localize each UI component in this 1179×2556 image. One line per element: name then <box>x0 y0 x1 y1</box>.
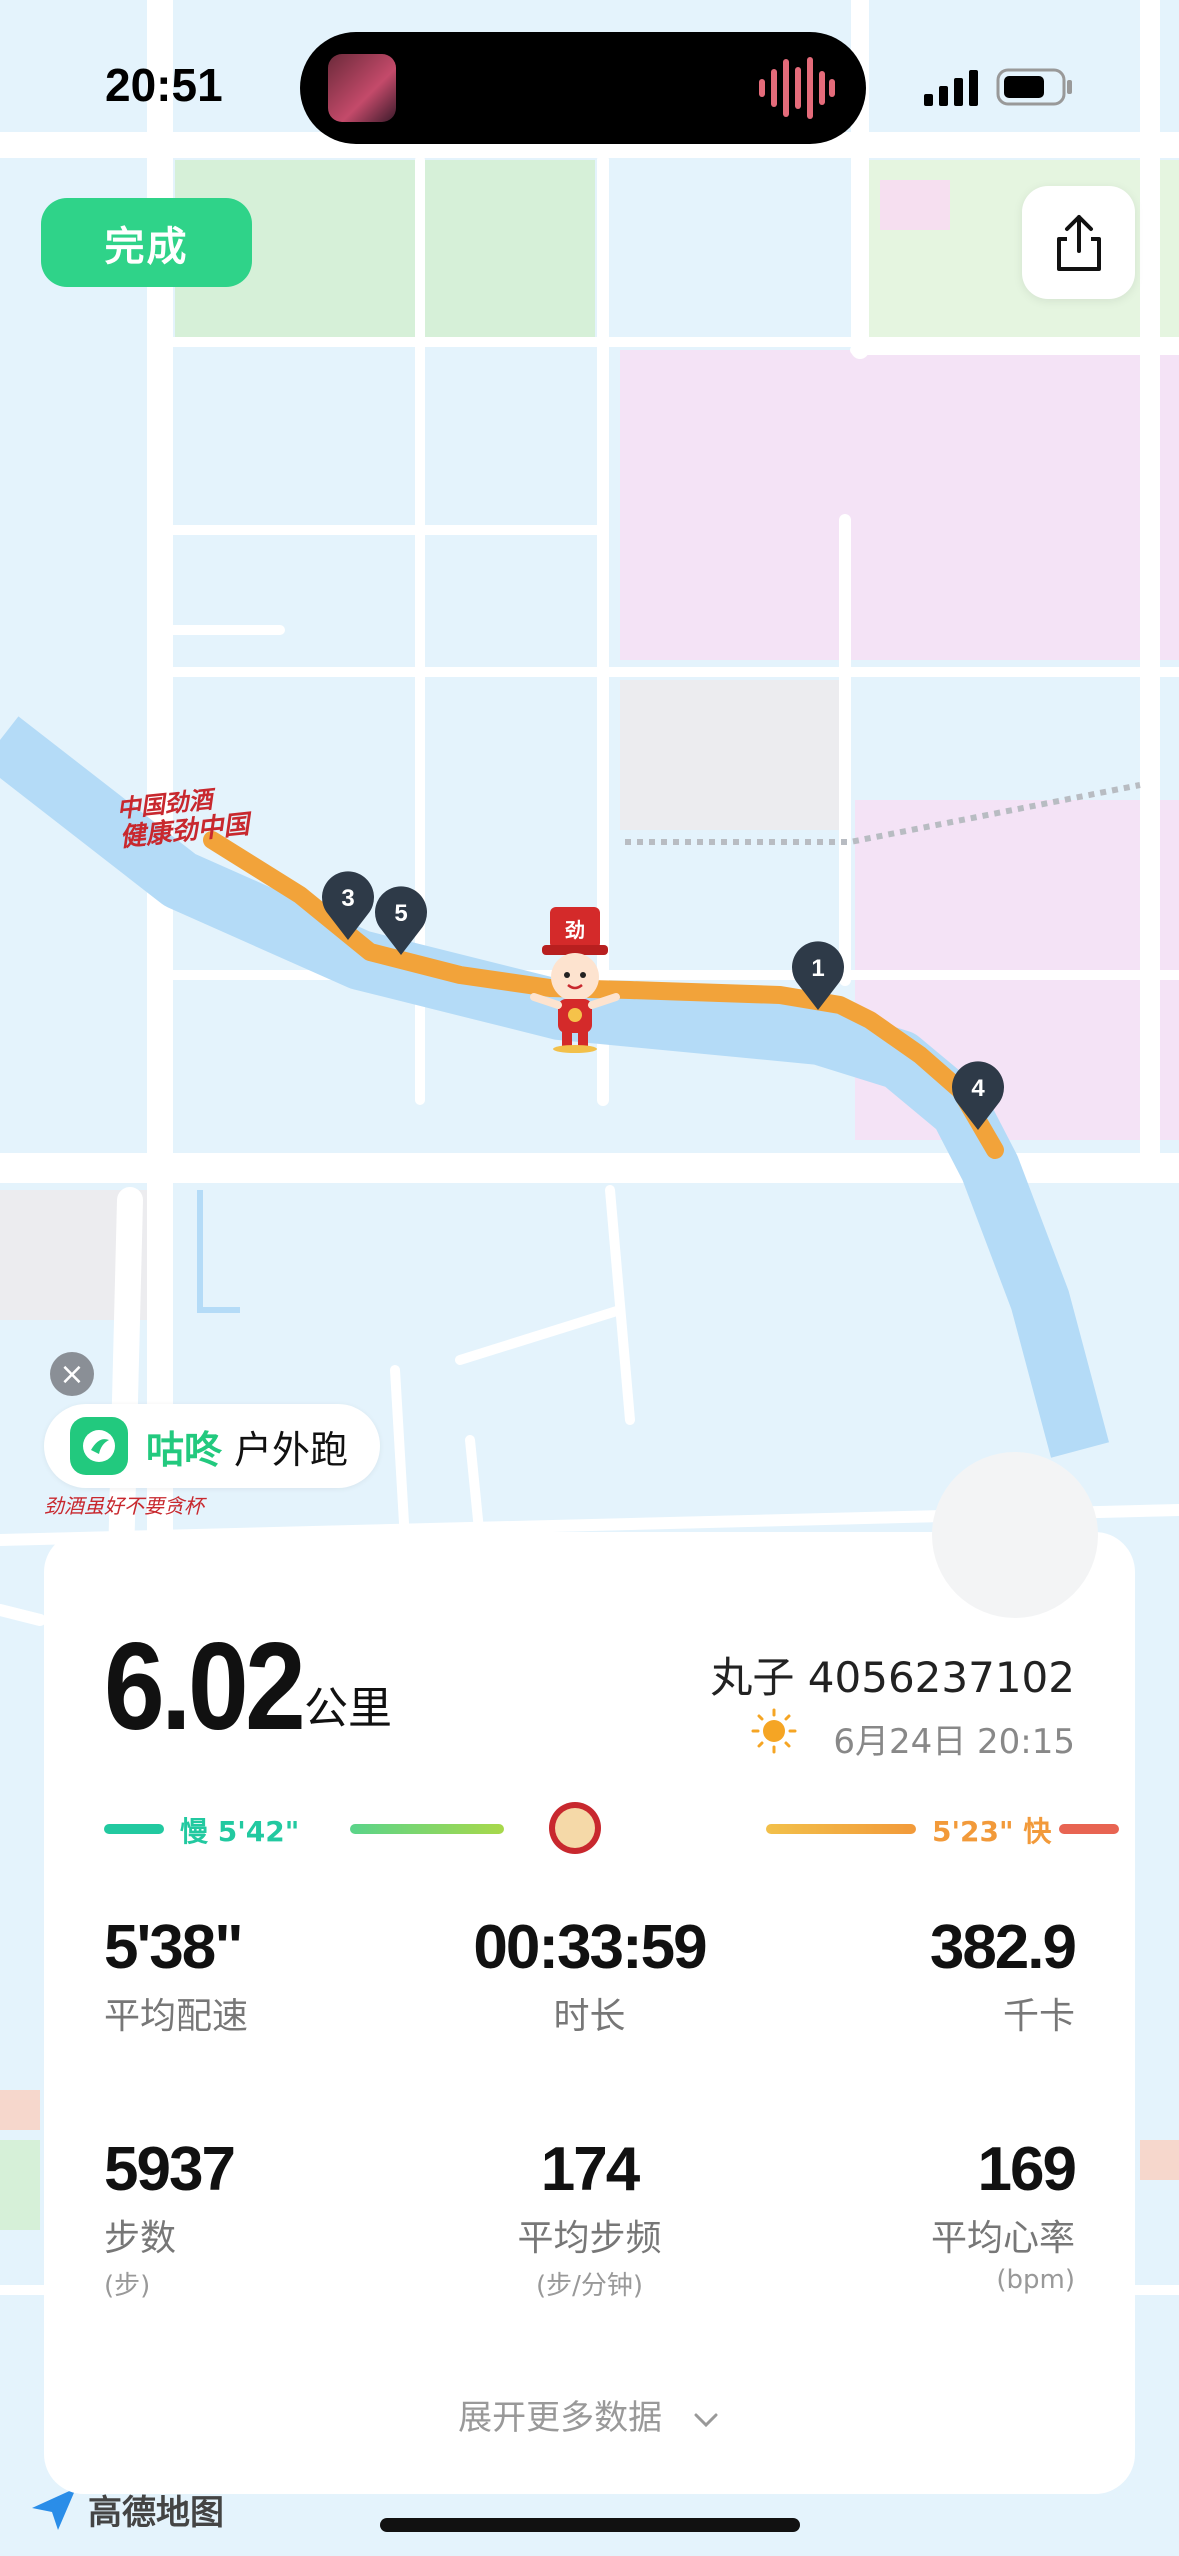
user-name: 丸子 4056237102 <box>710 1653 1075 1702</box>
dynamic-island[interactable] <box>300 32 866 144</box>
sponsor-badge-icon <box>549 1802 601 1854</box>
svg-text:3: 3 <box>341 885 354 912</box>
now-playing-thumbnail <box>328 54 396 122</box>
activity-mode: 户外跑 <box>234 1427 349 1472</box>
route-marker-5[interactable]: 5 <box>373 885 429 957</box>
battery-icon <box>996 68 1072 106</box>
mascot-icon: 劲 <box>530 907 620 1053</box>
app-brand: 咕咚 <box>146 1427 223 1472</box>
close-icon[interactable]: × <box>50 1352 94 1396</box>
workout-date: 6月24日 20:15 <box>833 1722 1075 1762</box>
svg-text:劲: 劲 <box>565 918 585 942</box>
slow-bar <box>104 1824 164 1834</box>
distance-value: 6.02 <box>104 1618 306 1756</box>
share-button[interactable] <box>1022 186 1135 299</box>
slow-label: 慢 5'42" <box>180 1815 300 1848</box>
fast-bar <box>1059 1824 1119 1834</box>
app-logo-icon <box>70 1417 128 1475</box>
share-icon <box>1056 214 1101 271</box>
pace-legend: 慢 5'42" 5'23" 快 <box>104 1800 1119 1860</box>
audio-wave-icon <box>759 57 835 119</box>
distance-unit: 公里 <box>304 1683 392 1734</box>
home-indicator[interactable] <box>380 2518 800 2532</box>
svg-text:4: 4 <box>971 1075 985 1102</box>
chevron-down-icon <box>694 2413 718 2427</box>
avatar[interactable] <box>932 1452 1098 1618</box>
app-source-pill[interactable]: 咕咚 户外跑 <box>44 1404 380 1488</box>
expand-more-data-button[interactable]: 展开更多数据 <box>44 2390 1135 2439</box>
fast-gradient-bar <box>766 1824 916 1834</box>
slow-gradient-bar <box>350 1824 504 1834</box>
status-time: 20:51 <box>105 59 223 111</box>
route-marker-3[interactable]: 3 <box>320 870 376 942</box>
fast-label: 5'23" 快 <box>932 1815 1052 1848</box>
done-button[interactable]: 完成 <box>41 198 252 287</box>
cellular-signal-icon <box>924 70 978 106</box>
route-marker-1[interactable]: 1 <box>790 940 846 1012</box>
stat-calories: 382.9 千卡 <box>929 1913 1077 2037</box>
route-marker-4[interactable]: 4 <box>950 1060 1006 1132</box>
svg-text:5: 5 <box>394 900 407 927</box>
svg-text:1: 1 <box>811 955 824 982</box>
workout-summary-card: 6.02 公里 丸子 4056237102 6月24日 20:15 慢 5'42… <box>44 1532 1135 2494</box>
expand-label: 展开更多数据 <box>458 2398 663 2438</box>
sun-icon <box>751 1708 797 1754</box>
sponsor-slogan: 劲酒虽好不要贪杯 <box>44 1494 204 1518</box>
stat-heart-rate: 169 平均心率 (bpm) <box>930 2135 1077 2295</box>
